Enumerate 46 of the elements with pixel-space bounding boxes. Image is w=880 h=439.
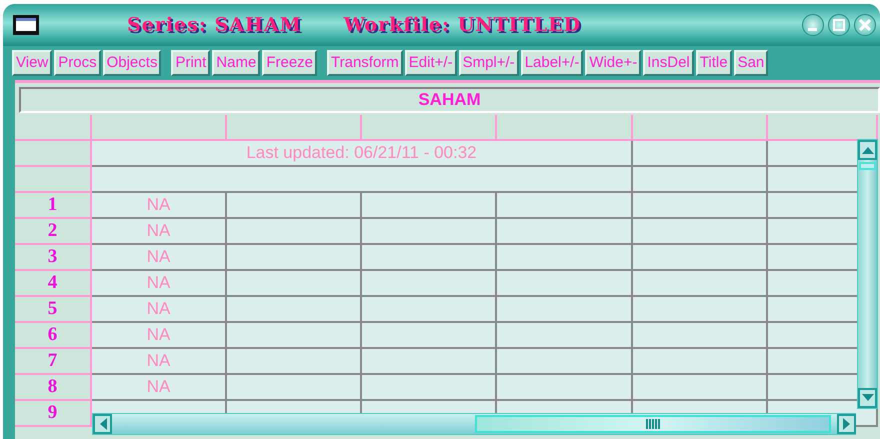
- toolbar-button[interactable]: San: [734, 50, 768, 76]
- toolbar-button[interactable]: Name: [212, 50, 260, 76]
- toolbar-button[interactable]: Print: [171, 50, 210, 76]
- toolbar-button[interactable]: Freeze: [262, 50, 317, 76]
- row-number: 9: [15, 401, 92, 427]
- row-number: 4: [15, 271, 92, 297]
- table-cell: NA: [92, 271, 227, 297]
- horizontal-scrollbar[interactable]: [92, 413, 856, 435]
- table-cell: NA: [92, 193, 227, 219]
- toolbar-button[interactable]: Objects: [102, 50, 162, 76]
- table-cell: NA: [92, 375, 227, 401]
- toolbar-button[interactable]: Transform: [327, 50, 403, 76]
- toolbar-button[interactable]: Wide+-: [585, 50, 642, 76]
- toolbar-button[interactable]: Procs: [54, 50, 101, 76]
- table-cell: NA: [92, 219, 227, 245]
- window-icon: [11, 12, 41, 38]
- toolbar-button[interactable]: InsDel: [643, 50, 694, 76]
- close-button[interactable]: [854, 14, 876, 36]
- row-number: 8: [15, 375, 92, 401]
- toolbar-button[interactable]: Label+/-: [520, 50, 584, 76]
- table-cell: NA: [92, 349, 227, 375]
- scroll-up-icon[interactable]: [858, 140, 877, 160]
- scroll-right-icon[interactable]: [837, 414, 856, 434]
- last-updated-cell: Last updated: 06/21/11 - 00:32: [92, 141, 633, 167]
- vertical-scrollbar[interactable]: [857, 139, 878, 409]
- toolbar-button[interactable]: Edit+/-: [404, 50, 457, 76]
- table-cell: NA: [92, 297, 227, 323]
- minimize-button[interactable]: [802, 14, 824, 36]
- scroll-left-icon[interactable]: [93, 414, 112, 434]
- row-number: 1: [15, 193, 92, 219]
- row-number: 3: [15, 245, 92, 271]
- window-title: Series: SAHAM: [127, 12, 302, 38]
- toolbar-button[interactable]: Smpl+/-: [458, 50, 519, 76]
- close-icon[interactable]: [859, 19, 871, 31]
- workfile-title: Workfile: UNTITLED: [344, 12, 582, 38]
- scroll-down-icon[interactable]: [858, 388, 877, 408]
- table-cell: NA: [92, 245, 227, 271]
- row-number: 2: [15, 219, 92, 245]
- series-name-header: SAHAM: [19, 87, 880, 113]
- toolbar-button[interactable]: View: [12, 50, 52, 76]
- row-number: 6: [15, 323, 92, 349]
- toolbar-button[interactable]: Title: [696, 50, 732, 76]
- maximize-button[interactable]: [828, 14, 850, 36]
- row-number: 5: [15, 297, 92, 323]
- table-cell: NA: [92, 323, 227, 349]
- row-number: 7: [15, 349, 92, 375]
